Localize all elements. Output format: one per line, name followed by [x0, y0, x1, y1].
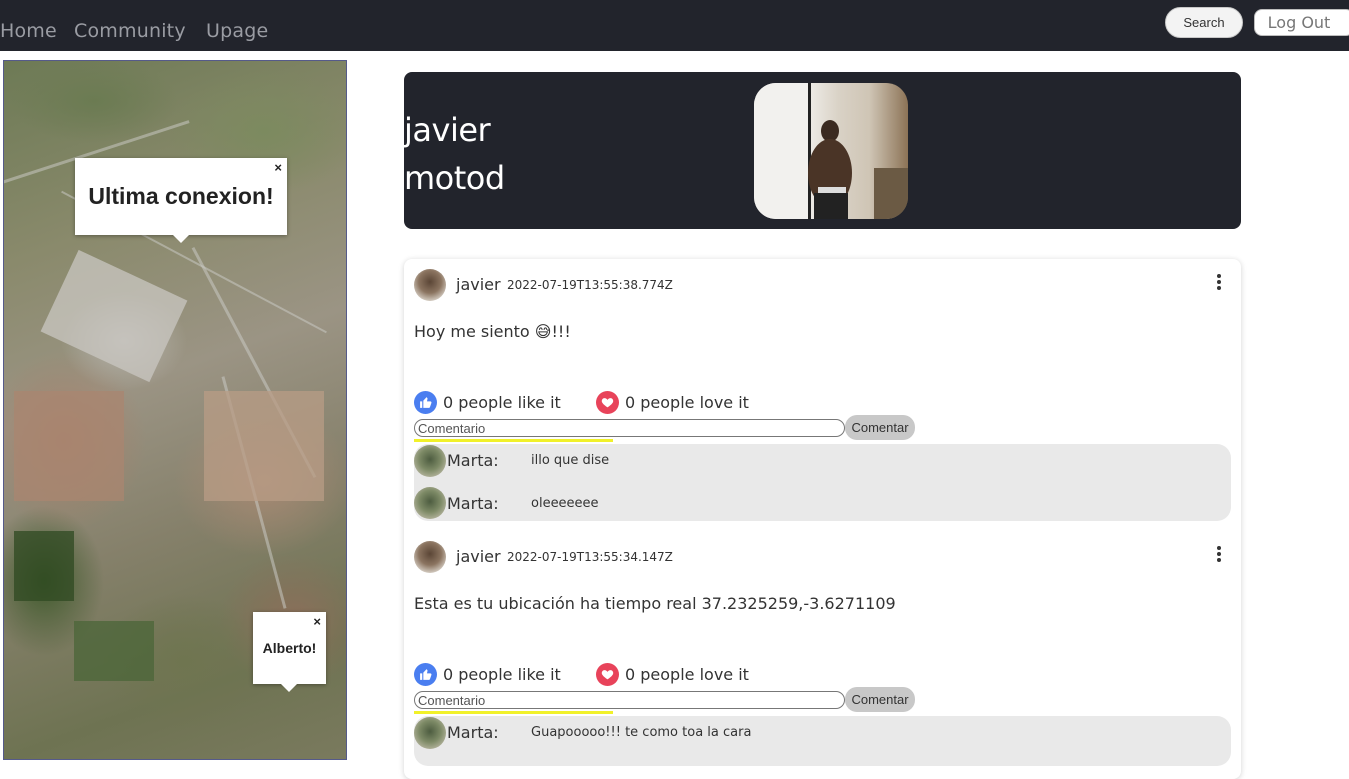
- posts-feed: javier 2022-07-19T13:55:38.774Z Hoy me s…: [404, 259, 1241, 779]
- love-count: 0 people love it: [625, 393, 749, 412]
- heart-icon: [596, 663, 619, 686]
- commenter-avatar: [414, 487, 446, 519]
- comment-text: illo que dise: [531, 453, 610, 468]
- profile-first-name: javier: [404, 111, 491, 149]
- input-underline: [414, 439, 613, 442]
- profile-header: javier motod: [404, 72, 1241, 229]
- logout-button[interactable]: Log Out: [1254, 9, 1349, 36]
- profile-last-name: motod: [404, 159, 505, 197]
- love-count: 0 people love it: [625, 665, 749, 684]
- more-options-icon[interactable]: [1214, 272, 1224, 292]
- comment-input[interactable]: [414, 419, 845, 437]
- popup-label: Ultima conexion!: [88, 183, 274, 209]
- close-icon[interactable]: ×: [313, 614, 321, 629]
- post-author[interactable]: javier: [456, 275, 501, 294]
- more-options-icon[interactable]: [1214, 544, 1224, 564]
- input-underline: [414, 711, 613, 714]
- post-text: Esta es tu ubicación ha tiempo real 37.2…: [414, 594, 896, 613]
- search-button[interactable]: Search: [1165, 7, 1243, 38]
- nav-upage-link[interactable]: Upage: [206, 20, 268, 42]
- like-count: 0 people like it: [443, 665, 561, 684]
- post-timestamp: 2022-07-19T13:55:34.147Z: [507, 550, 673, 564]
- last-connection-popup: Ultima conexion! ×: [75, 158, 287, 243]
- comment-input[interactable]: [414, 691, 845, 709]
- like-button[interactable]: 0 people like it: [414, 663, 561, 686]
- heart-icon: [596, 391, 619, 414]
- comment-author[interactable]: Marta:: [447, 723, 499, 742]
- post-timestamp: 2022-07-19T13:55:38.774Z: [507, 278, 673, 292]
- post-author-avatar: [414, 541, 446, 573]
- nav-community-link[interactable]: Community: [74, 20, 186, 42]
- comment-button[interactable]: Comentar: [845, 415, 915, 440]
- comments-list: Marta: Guapooooo!!! te como toa la cara: [414, 716, 1231, 766]
- comment-author[interactable]: Marta:: [447, 494, 499, 513]
- love-button[interactable]: 0 people love it: [596, 391, 749, 414]
- comments-list: Marta: illo que dise Marta: oleeeeeee: [414, 444, 1231, 521]
- love-button[interactable]: 0 people love it: [596, 663, 749, 686]
- profile-photo: [754, 83, 908, 219]
- profile-name: javier motod: [404, 106, 505, 202]
- comment-author[interactable]: Marta:: [447, 451, 499, 470]
- comment-text: Guapooooo!!! te como toa la cara: [531, 725, 752, 740]
- location-map[interactable]: Ultima conexion! × Alberto! ×: [3, 60, 347, 760]
- like-count: 0 people like it: [443, 393, 561, 412]
- comment-text: oleeeeeee: [531, 496, 599, 511]
- popup-user-label: Alberto!: [262, 640, 317, 656]
- thumbs-up-icon: [414, 391, 437, 414]
- top-nav: Home Community Upage Search Log Out: [0, 0, 1349, 51]
- close-icon[interactable]: ×: [274, 160, 282, 175]
- commenter-avatar: [414, 717, 446, 749]
- post-author-avatar: [414, 269, 446, 301]
- user-location-popup: Alberto! ×: [253, 612, 326, 692]
- post-author[interactable]: javier: [456, 547, 501, 566]
- like-button[interactable]: 0 people like it: [414, 391, 561, 414]
- thumbs-up-icon: [414, 663, 437, 686]
- comment-button[interactable]: Comentar: [845, 687, 915, 712]
- post-text: Hoy me siento 😅!!!: [414, 322, 571, 341]
- nav-home-link[interactable]: Home: [0, 20, 57, 42]
- commenter-avatar: [414, 445, 446, 477]
